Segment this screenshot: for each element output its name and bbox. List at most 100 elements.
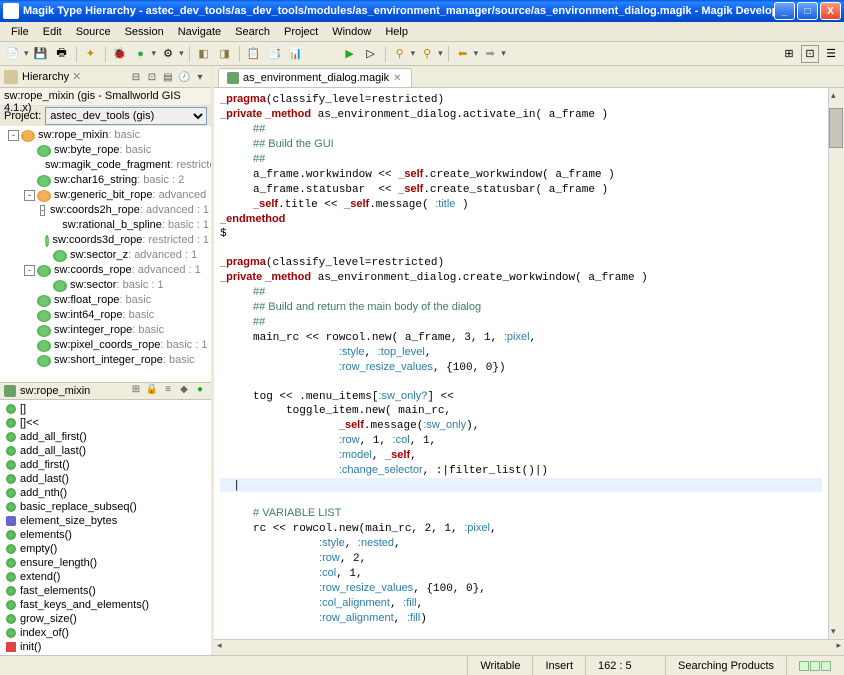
outline-item[interactable]: basic_replace_subseq() — [0, 500, 211, 514]
tree-node[interactable]: -sw:coords_rope : advanced : 1 — [0, 263, 211, 278]
close-tab-icon[interactable]: ✕ — [393, 73, 403, 83]
project-row: Project: astec_dev_tools (gis) — [0, 106, 211, 126]
outline-item[interactable]: element_size_bytes — [0, 514, 211, 528]
tree-node[interactable]: sw:rational_b_spline : basic : 1 — [0, 218, 211, 233]
minimize-button[interactable]: _ — [774, 2, 795, 20]
debug-icon[interactable]: 🐞 — [111, 45, 129, 63]
editor-tab[interactable]: as_environment_dialog.magik ✕ — [218, 68, 412, 87]
outline-item[interactable]: init() — [0, 640, 211, 654]
tree-node[interactable]: -sw:generic_bit_rope : advanced — [0, 188, 211, 203]
perspective-icon[interactable]: ⊡ — [801, 45, 819, 63]
perspective-icon[interactable]: ⊞ — [780, 45, 798, 63]
editor-scrollbar[interactable]: ▴ ▾ — [828, 88, 844, 639]
anchor-icon[interactable]: ⚲ — [418, 45, 436, 63]
run-icon[interactable]: ● — [132, 45, 150, 63]
menu-help[interactable]: Help — [378, 24, 415, 40]
outline-item[interactable]: elements() — [0, 528, 211, 542]
outline-item[interactable]: empty() — [0, 542, 211, 556]
forward-icon[interactable]: ➡ — [481, 45, 499, 63]
app-icon — [3, 3, 19, 19]
view-menu-icon[interactable]: ⊡ — [145, 70, 159, 84]
save-icon[interactable]: 💾 — [32, 45, 50, 63]
status-indicator — [786, 656, 844, 675]
outline-item[interactable]: grow_size() — [0, 612, 211, 626]
tool-icon[interactable]: ● — [193, 384, 207, 398]
outline-item[interactable]: extend() — [0, 570, 211, 584]
outline-item[interactable]: add_all_last() — [0, 444, 211, 458]
print-icon[interactable]: 🖶 — [53, 45, 71, 63]
view-menu-icon[interactable]: ▤ — [161, 70, 175, 84]
build-icon[interactable]: ✦ — [82, 45, 100, 63]
outline-item[interactable]: index_of() — [0, 626, 211, 640]
dropdown-icon[interactable]: ▾ — [501, 48, 506, 59]
tree-node[interactable]: -sw:rope_mixin : basic — [0, 128, 211, 143]
outline-item[interactable]: add_first() — [0, 458, 211, 472]
outline-list[interactable]: [][]<<add_all_first()add_all_last()add_f… — [0, 400, 211, 656]
tree-node[interactable]: sw:int64_rope : basic — [0, 308, 211, 323]
dropdown-icon[interactable]: ▾ — [152, 48, 157, 59]
tree-node[interactable]: sw:magik_code_fragment : restricted : 1 — [0, 158, 211, 173]
code-editor[interactable]: _pragma(classify_level=restricted) _priv… — [214, 88, 828, 639]
type-tree[interactable]: -sw:rope_mixin : basicsw:byte_rope : bas… — [0, 126, 211, 382]
outline-item[interactable]: ensure_length() — [0, 556, 211, 570]
outline-item[interactable]: [] — [0, 402, 211, 416]
tree-node[interactable]: sw:char16_string : basic : 2 — [0, 173, 211, 188]
tool-icon[interactable]: ◆ — [177, 384, 191, 398]
hierarchy-label[interactable]: Hierarchy — [22, 71, 69, 83]
tool-icon[interactable]: ◧ — [195, 45, 213, 63]
tool-icon[interactable]: 📋 — [245, 45, 263, 63]
tree-node[interactable]: sw:coords3d_rope : restricted : 1 — [0, 233, 211, 248]
outline-item[interactable]: []<< — [0, 416, 211, 430]
tree-node[interactable]: sw:float_rope : basic — [0, 293, 211, 308]
history-icon[interactable]: 🕗 — [177, 70, 191, 84]
arrow-icon[interactable]: ▷ — [362, 45, 380, 63]
menu-project[interactable]: Project — [277, 24, 325, 40]
menu-session[interactable]: Session — [118, 24, 171, 40]
menu-window[interactable]: Window — [325, 24, 378, 40]
view-menu-icon[interactable]: ⊟ — [129, 70, 143, 84]
dropdown-icon[interactable]: ▾ — [179, 48, 184, 59]
status-position: 162 : 5 — [585, 656, 665, 675]
outline-item[interactable]: add_last() — [0, 472, 211, 486]
menu-edit[interactable]: Edit — [36, 24, 69, 40]
dropdown-icon[interactable]: ▾ — [24, 48, 29, 59]
tool-icon[interactable]: 📑 — [266, 45, 284, 63]
back-icon[interactable]: ⬅ — [454, 45, 472, 63]
horizontal-scrollbar[interactable]: ◂ ▸ — [214, 639, 844, 655]
tree-node[interactable]: sw:integer_rope : basic — [0, 323, 211, 338]
tree-node[interactable]: sw:byte_rope : basic — [0, 143, 211, 158]
ext-icon[interactable]: ⚙ — [159, 45, 177, 63]
perspective-icon[interactable]: ☰ — [822, 45, 840, 63]
menu-search[interactable]: Search — [228, 24, 277, 40]
tree-node[interactable]: sw:pixel_coords_rope : basic : 1 — [0, 338, 211, 353]
tool-icon[interactable]: ⊞ — [129, 384, 143, 398]
anchor-icon[interactable]: ⚲ — [391, 45, 409, 63]
arrow-right-icon[interactable]: ▶ — [341, 45, 359, 63]
outline-header: sw:rope_mixin ⊞ 🔒 ≡ ◆ ● — [0, 382, 211, 400]
tool-icon[interactable]: 📊 — [287, 45, 305, 63]
menu-navigate[interactable]: Navigate — [171, 24, 228, 40]
tree-node[interactable]: sw:sector : basic : 1 — [0, 278, 211, 293]
outline-item[interactable]: add_all_first() — [0, 430, 211, 444]
tool-icon[interactable]: ◨ — [216, 45, 234, 63]
chevron-down-icon[interactable]: ▾ — [193, 70, 207, 84]
menu-source[interactable]: Source — [69, 24, 118, 40]
dropdown-icon[interactable]: ▾ — [438, 48, 443, 59]
tool-icon[interactable]: 🔒 — [145, 384, 159, 398]
tool-icon[interactable]: ≡ — [161, 384, 175, 398]
outline-item[interactable]: add_nth() — [0, 486, 211, 500]
menu-file[interactable]: File — [4, 24, 36, 40]
new-icon[interactable]: 📄 — [4, 45, 22, 63]
outline-item[interactable]: init_from_vector() — [0, 654, 211, 656]
outline-item[interactable]: fast_keys_and_elements() — [0, 598, 211, 612]
outline-item[interactable]: fast_elements() — [0, 584, 211, 598]
dropdown-icon[interactable]: ▾ — [411, 48, 416, 59]
project-select[interactable]: astec_dev_tools (gis) — [45, 107, 207, 125]
tree-node[interactable]: sw:sector_z : advanced : 1 — [0, 248, 211, 263]
tree-node[interactable]: sw:short_integer_rope : basic — [0, 353, 211, 368]
maximize-button[interactable]: □ — [797, 2, 818, 20]
dropdown-icon[interactable]: ▾ — [474, 48, 479, 59]
tree-node[interactable]: -sw:coords2h_rope : advanced : 1 — [0, 203, 211, 218]
close-button[interactable]: X — [820, 2, 841, 20]
scrollbar-thumb[interactable] — [829, 108, 843, 148]
